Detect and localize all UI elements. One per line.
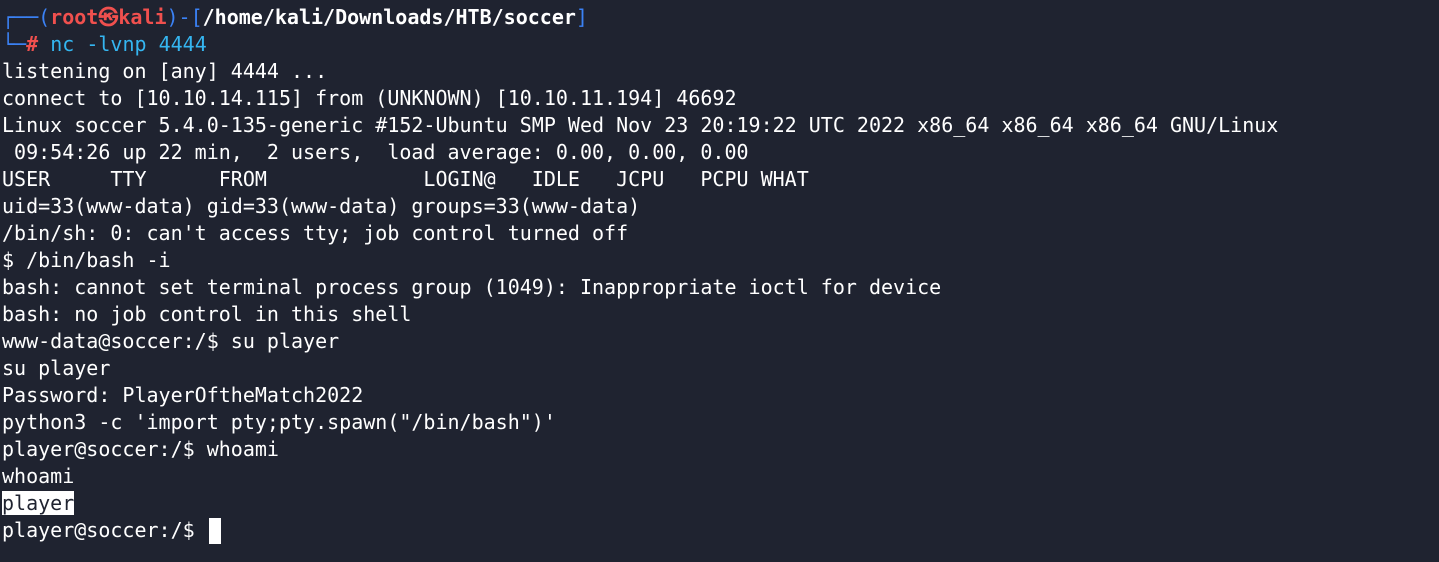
output-line: Linux soccer 5.4.0-135-generic #152-Ubun… xyxy=(2,113,1279,137)
command-name: nc xyxy=(50,32,75,56)
output-line: connect to [10.10.14.115] from (UNKNOWN)… xyxy=(2,86,737,110)
skull-icon: ㉿ xyxy=(98,5,119,29)
selected-text[interactable]: player xyxy=(2,491,75,515)
prompt-corner-bottom: └─ xyxy=(2,32,27,56)
prompt-close-bracket: ] xyxy=(575,5,588,29)
active-prompt-line[interactable]: player@soccer:/$ xyxy=(2,517,1439,544)
terminal-window[interactable]: ┌──(root㉿kali)-[/home/kali/Downloads/HTB… xyxy=(0,0,1439,562)
output-line: $ /bin/bash -i xyxy=(2,248,171,272)
prompt-hash: # xyxy=(26,32,39,56)
command-args: -lvnp 4444 xyxy=(74,32,207,56)
output-line: python3 -c 'import pty;pty.spawn("/bin/b… xyxy=(2,410,556,434)
output-line: uid=33(www-data) gid=33(www-data) groups… xyxy=(2,194,641,218)
output-line: listening on [any] 4444 ... xyxy=(2,59,328,83)
output-line: USER TTY FROM LOGIN@ IDLE JCPU PCPU WHAT xyxy=(2,167,809,191)
highlighted-output-line: player xyxy=(2,490,1439,517)
prompt-user: root xyxy=(50,5,99,29)
output-line: Password: PlayerOftheMatch2022 xyxy=(2,383,364,407)
output-line: bash: cannot set terminal process group … xyxy=(2,275,942,299)
prompt-path: /home/kali/Downloads/HTB/soccer xyxy=(202,5,576,29)
output-line: /bin/sh: 0: can't access tty; job contro… xyxy=(2,221,629,245)
prompt-host: kali xyxy=(118,5,167,29)
cursor-block xyxy=(208,517,221,544)
output-line: 09:54:26 up 22 min, 2 users, load averag… xyxy=(2,140,749,164)
output-line: www-data@soccer:/$ su player xyxy=(2,329,340,353)
output-line: player@soccer:/$ whoami xyxy=(2,437,279,461)
prompt-command-line: └─# nc -lvnp 4444 xyxy=(2,31,1439,58)
active-prompt: player@soccer:/$ xyxy=(2,518,207,542)
output-line: bash: no job control in this shell xyxy=(2,302,412,326)
prompt-corner-top: ┌──( xyxy=(2,5,51,29)
prompt-header-line: ┌──(root㉿kali)-[/home/kali/Downloads/HTB… xyxy=(2,4,1439,31)
output-line: su player xyxy=(2,356,111,380)
prompt-separator: )-[ xyxy=(166,5,203,29)
output-line: whoami xyxy=(2,464,75,488)
